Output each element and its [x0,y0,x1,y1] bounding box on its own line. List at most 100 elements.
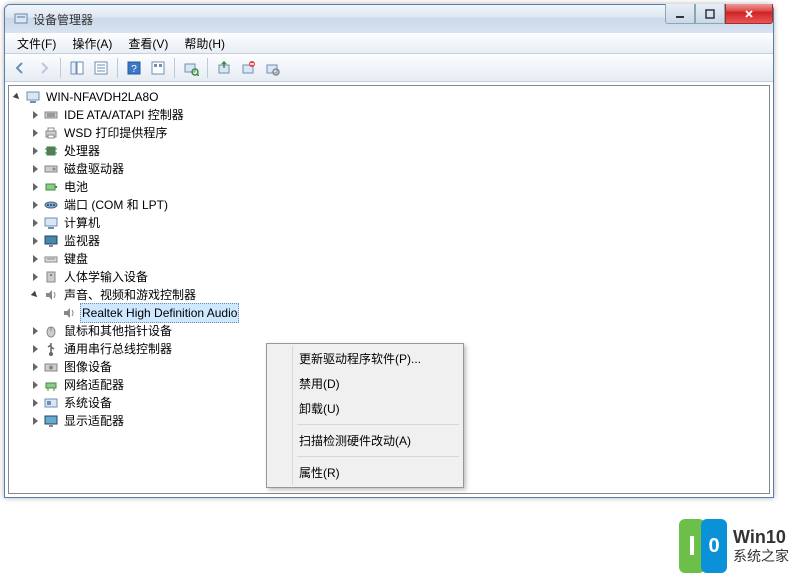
expand-arrow-icon[interactable] [27,395,43,411]
tree-category-label: 磁盘驱动器 [62,160,126,178]
context-menu: 更新驱动程序软件(P)...禁用(D)卸载(U) 扫描检测硬件改动(A) 属性(R) [266,343,464,488]
expand-arrow-icon[interactable] [27,161,43,177]
menu-help[interactable]: 帮助(H) [176,33,233,54]
context-menu-gutter [267,346,293,485]
expand-arrow-icon[interactable] [27,125,43,141]
uninstall-icon[interactable] [261,57,283,79]
menu-view[interactable]: 查看(V) [120,33,176,54]
disable-icon[interactable] [237,57,259,79]
scan-hardware-icon[interactable] [180,57,202,79]
help-icon[interactable]: ? [123,57,145,79]
expand-arrow-icon[interactable] [27,287,43,303]
back-arrow-icon[interactable] [9,57,31,79]
tree-category-label: IDE ATA/ATAPI 控制器 [62,106,186,124]
show-hide-tree-icon[interactable] [66,57,88,79]
tree-category[interactable]: WSD 打印提供程序 [9,124,769,142]
expand-arrow-icon[interactable] [27,107,43,123]
menu-file[interactable]: 文件(F) [9,33,64,54]
tree-category[interactable]: 声音、视频和游戏控制器 [9,286,769,304]
tree-category-label: 鼠标和其他指针设备 [62,322,174,340]
tree-root[interactable]: WIN-NFAVDH2LA8O [9,88,769,106]
titlebar[interactable]: 设备管理器 [5,5,773,33]
tree-category-label: 键盘 [62,250,90,268]
toolbar-separator [60,58,61,78]
usb-icon [43,341,59,357]
watermark-text: Win10 系统之家 [733,527,789,565]
context-menu-separator [297,456,459,457]
properties-icon[interactable] [90,57,112,79]
maximize-button[interactable] [695,4,725,24]
audio-device-icon [61,305,77,321]
context-menu-item[interactable]: 卸载(U) [269,396,461,421]
expand-arrow-icon[interactable] [27,143,43,159]
hid-icon [43,269,59,285]
context-menu-item[interactable]: 扫描检测硬件改动(A) [269,428,461,453]
watermark-logo-icon: I 0 [679,519,727,573]
tree-category[interactable]: 计算机 [9,214,769,232]
tree-category[interactable]: 监视器 [9,232,769,250]
tree-category-label: 端口 (COM 和 LPT) [62,196,170,214]
printer-icon [43,125,59,141]
forward-arrow-icon[interactable] [33,57,55,79]
processor-icon [43,143,59,159]
expand-arrow-icon[interactable] [27,197,43,213]
tree-category[interactable]: 端口 (COM 和 LPT) [9,196,769,214]
close-button[interactable] [725,4,773,24]
computer-icon [25,89,41,105]
menu-action[interactable]: 操作(A) [64,33,120,54]
tree-category[interactable]: 磁盘驱动器 [9,160,769,178]
monitor-icon [43,233,59,249]
update-driver-icon[interactable] [213,57,235,79]
toolbar: ? [5,54,773,82]
tree-category-label: 显示适配器 [62,412,126,430]
expand-arrow-icon[interactable] [27,341,43,357]
expand-arrow-icon[interactable] [27,233,43,249]
tree-device[interactable]: Realtek High Definition Audio [9,304,769,322]
expand-arrow-icon[interactable] [27,269,43,285]
minimize-button[interactable] [665,4,695,24]
tree-category-label: 声音、视频和游戏控制器 [62,286,198,304]
watermark: I 0 Win10 系统之家 [679,519,789,573]
context-menu-item[interactable]: 禁用(D) [269,371,461,396]
tree-category-label: 计算机 [62,214,102,232]
tree-category-label: 监视器 [62,232,102,250]
window-title: 设备管理器 [33,11,93,28]
tree-category-label: 人体学输入设备 [62,268,150,286]
tree-category-label: WSD 打印提供程序 [62,124,169,142]
toolbar-separator [117,58,118,78]
toolbar-separator [174,58,175,78]
context-menu-item[interactable]: 属性(R) [269,460,461,485]
window-buttons [665,4,773,24]
imaging-icon [43,359,59,375]
context-menu-item[interactable]: 更新驱动程序软件(P)... [269,346,461,371]
expand-arrow-icon[interactable] [27,359,43,375]
expand-arrow-icon[interactable] [9,89,25,105]
disk-drive-icon [43,161,59,177]
context-menu-separator [297,424,459,425]
display-icon [43,413,59,429]
tree-category[interactable]: 处理器 [9,142,769,160]
expand-arrow-icon[interactable] [27,179,43,195]
expand-arrow-icon[interactable] [27,323,43,339]
tree-root-label: WIN-NFAVDH2LA8O [44,88,160,106]
expand-arrow-icon[interactable] [27,377,43,393]
tree-category-label: 图像设备 [62,358,114,376]
expand-arrow-icon[interactable] [27,251,43,267]
options-icon[interactable] [147,57,169,79]
tree-device-label: Realtek High Definition Audio [80,303,239,323]
keyboard-icon [43,251,59,267]
tree-category[interactable]: 人体学输入设备 [9,268,769,286]
tree-category[interactable]: 键盘 [9,250,769,268]
computer-category-icon [43,215,59,231]
tree-category[interactable]: IDE ATA/ATAPI 控制器 [9,106,769,124]
svg-text:?: ? [131,64,137,75]
battery-icon [43,179,59,195]
expand-arrow-icon[interactable] [27,413,43,429]
mouse-icon [43,323,59,339]
tree-category-label: 处理器 [62,142,102,160]
tree-category[interactable]: 电池 [9,178,769,196]
tree-category[interactable]: 鼠标和其他指针设备 [9,322,769,340]
tree-category-label: 通用串行总线控制器 [62,340,174,358]
expand-arrow-icon[interactable] [27,215,43,231]
tree-category-label: 电池 [62,178,90,196]
